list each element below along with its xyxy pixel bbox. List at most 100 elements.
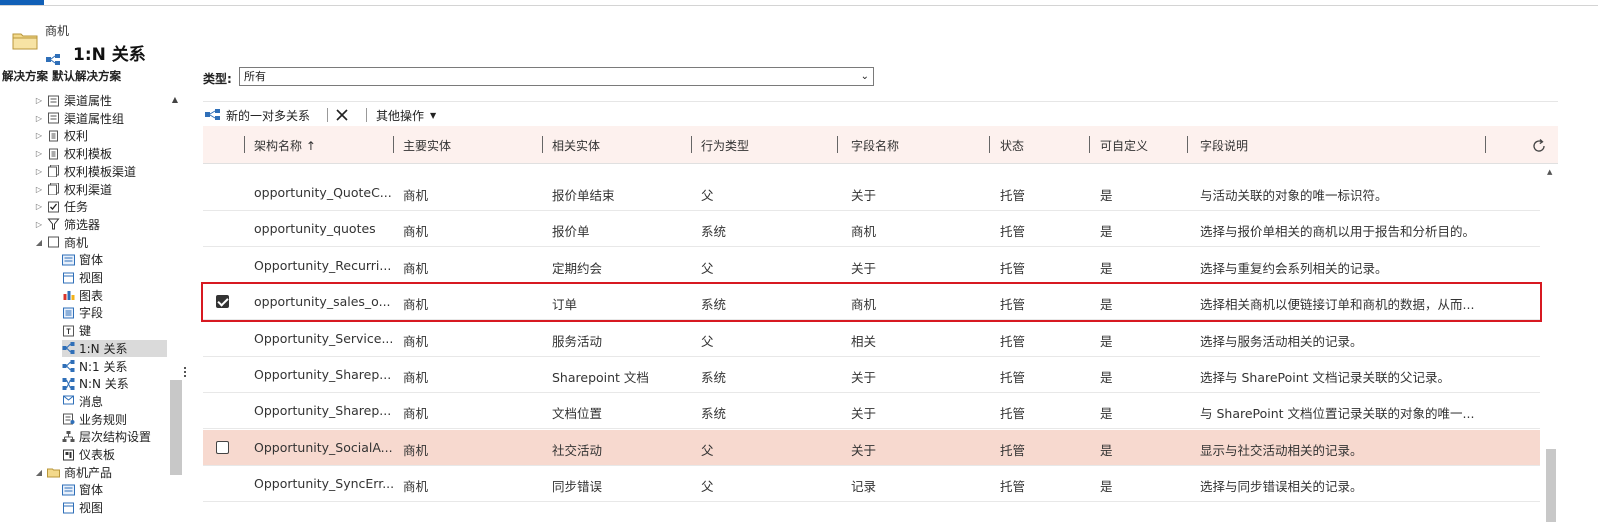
column-separator[interactable] <box>691 136 692 153</box>
cell-state: 托管 <box>1000 188 1026 203</box>
tree-item[interactable]: ◢ 商机 <box>34 234 88 251</box>
tree-item-label: 商机 <box>64 235 89 250</box>
tree-item[interactable]: ▷ 权利 <box>34 127 88 144</box>
delete-button[interactable] <box>335 106 349 124</box>
type-filter-select[interactable]: 所有 ⌄ <box>239 67 874 86</box>
column-separator[interactable] <box>1187 136 1188 153</box>
cell-primary: 商机 <box>403 442 429 458</box>
table-row[interactable]: Opportunity_Recurri... 商机 定期约会 父 关于 托管 是 选择与重复约… <box>203 248 1540 284</box>
tree-item[interactable]: ▷ 权利渠道 <box>34 181 112 198</box>
type-filter-label: 类型: <box>203 72 232 86</box>
expand-toggle-icon[interactable]: ◢ <box>34 468 44 477</box>
expand-toggle-icon[interactable]: ▷ <box>34 185 44 194</box>
tree-item[interactable]: 业务规则 <box>62 411 127 428</box>
cell-related: 报价单 <box>552 224 590 240</box>
cell-custom: 是 <box>1100 224 1113 240</box>
cell-field: 关于 <box>851 188 877 203</box>
table-row[interactable]: Opportunity_SyncErr... 商机 同步错误 父 记录 托管 是 选择与同步错… <box>203 466 1540 503</box>
document-icon <box>47 130 60 142</box>
tree-item[interactable]: ▷ 权利模板渠道 <box>34 163 136 180</box>
column-separator[interactable] <box>1089 136 1090 153</box>
tree-item[interactable]: 键 <box>62 322 91 339</box>
column-header[interactable]: 可自定义 <box>1100 137 1148 154</box>
column-separator[interactable] <box>989 136 990 153</box>
entity-box-icon <box>47 236 60 248</box>
top-bar <box>0 0 1598 6</box>
close-icon <box>336 109 348 121</box>
table-row[interactable]: opportunity_sales_o... 商机 订单 系统 商机 托管 是 选择相关商机以… <box>201 282 1542 323</box>
active-tab-marker[interactable] <box>0 0 44 5</box>
cell-related: 订单 <box>552 297 578 313</box>
tree-item[interactable]: ▷ 渠道属性 <box>34 92 112 109</box>
row-checkbox[interactable] <box>216 440 229 454</box>
tree-item[interactable]: ◢ 商机产品 <box>34 464 112 481</box>
expand-toggle-icon[interactable]: ◢ <box>34 238 44 247</box>
cell-behavior: 父 <box>701 260 714 276</box>
cell-related: 定期约会 <box>552 260 603 276</box>
column-separator[interactable] <box>244 136 245 153</box>
grid-scrollbar[interactable]: ▲ <box>1544 164 1558 522</box>
table-row[interactable]: Opportunity_Service... 商机 服务活动 父 相关 托管 是 选择与服务活… <box>203 321 1540 357</box>
tree-item[interactable]: 1:N 关系 <box>62 339 167 357</box>
more-actions-button[interactable]: 其他操作 ▼ <box>376 106 436 124</box>
expand-toggle-icon[interactable]: ▷ <box>34 131 44 140</box>
tree-item[interactable]: 层次结构设置 <box>62 428 151 445</box>
tree-item[interactable]: 图表 <box>62 287 103 304</box>
tree-item-label: 任务 <box>64 200 89 215</box>
cell-primary: 商机 <box>403 297 429 313</box>
tree-item[interactable]: 消息 <box>62 393 103 410</box>
tree-item[interactable]: N:N 关系 <box>62 375 129 392</box>
scroll-up-arrow[interactable]: ▲ <box>1547 168 1552 176</box>
tree-item[interactable]: 窗体 <box>62 481 103 498</box>
tree-item[interactable]: 视图 <box>62 499 103 516</box>
tree-item[interactable]: 字段 <box>62 304 103 321</box>
form-icon <box>62 254 75 266</box>
tree-item-label: 筛选器 <box>64 217 101 232</box>
table-row[interactable]: opportunity_QuoteC... 商机 报价单结束 父 关于 托管 是 与活动关联的… <box>203 175 1540 211</box>
column-separator[interactable] <box>542 136 543 153</box>
pane-splitter-handle[interactable] <box>183 365 187 389</box>
column-header[interactable]: 字段名称 <box>851 137 899 154</box>
cell-field: 相关 <box>851 333 877 349</box>
expand-toggle-icon[interactable]: ▷ <box>34 220 44 229</box>
tree-item[interactable]: ▷ 渠道属性组 <box>34 110 124 127</box>
tree-item[interactable]: ▷ 权利模板 <box>34 145 112 162</box>
row-checkbox[interactable] <box>216 295 229 309</box>
refresh-icon[interactable] <box>1531 138 1547 154</box>
tree-item[interactable]: ▷ 任务 <box>34 198 88 215</box>
expand-toggle-icon[interactable]: ▷ <box>34 114 44 123</box>
tree-item[interactable]: 视图 <box>62 269 103 286</box>
tree-item-label: 键 <box>79 324 92 339</box>
table-row[interactable]: Opportunity_Sharep... 商机 Sharepoint 文档 系统 关于… <box>203 357 1540 393</box>
new-relationship-button[interactable]: 新的一对多关系 <box>205 106 310 124</box>
table-row[interactable]: Opportunity_Sharep... 商机 文档位置 系统 关于 托管 是 与 Shar… <box>203 393 1540 430</box>
cell-related: 报价单结束 <box>552 188 615 203</box>
table-row[interactable]: opportunity_quotes 商机 报价单 系统 商机 托管 是 选择与报价单相关的商… <box>203 211 1540 248</box>
tree-item[interactable]: N:1 关系 <box>62 358 127 375</box>
settings-grid-icon <box>47 112 60 124</box>
tree-item-label: 视图 <box>79 501 104 516</box>
scrollbar-thumb[interactable] <box>1546 449 1556 522</box>
column-header[interactable]: 相关实体 <box>552 137 600 154</box>
chevron-down-icon: ⌄ <box>860 71 869 82</box>
expand-toggle-icon[interactable]: ▷ <box>34 167 44 176</box>
tree-scrollbar[interactable] <box>170 380 182 475</box>
column-separator[interactable] <box>393 136 394 153</box>
tree-item[interactable]: 仪表板 <box>62 446 115 463</box>
tree-item-label: 1:N 关系 <box>79 341 128 356</box>
column-separator[interactable] <box>837 136 838 153</box>
table-row[interactable]: Opportunity_SocialA... 商机 社交活动 父 关于 托管 是 显示与社交活… <box>203 429 1540 466</box>
column-header[interactable]: 字段说明 <box>1200 137 1248 154</box>
column-header[interactable]: 状态 <box>1000 137 1024 154</box>
tree-item[interactable]: 窗体 <box>62 251 103 268</box>
expand-toggle-icon[interactable]: ▷ <box>34 96 44 105</box>
tree-scroll-up-arrow[interactable]: ▲ <box>170 95 180 105</box>
expand-toggle-icon[interactable]: ▷ <box>34 202 44 211</box>
expand-toggle-icon[interactable]: ▷ <box>34 149 44 158</box>
tree-item[interactable]: ▷ 筛选器 <box>34 216 100 233</box>
column-header[interactable]: 行为类型 <box>701 137 749 154</box>
column-header[interactable]: 架构名称 ↑ <box>254 137 316 154</box>
column-header[interactable]: 主要实体 <box>403 137 451 154</box>
column-separator[interactable] <box>1485 136 1486 153</box>
tree-item-label: 字段 <box>79 306 104 321</box>
